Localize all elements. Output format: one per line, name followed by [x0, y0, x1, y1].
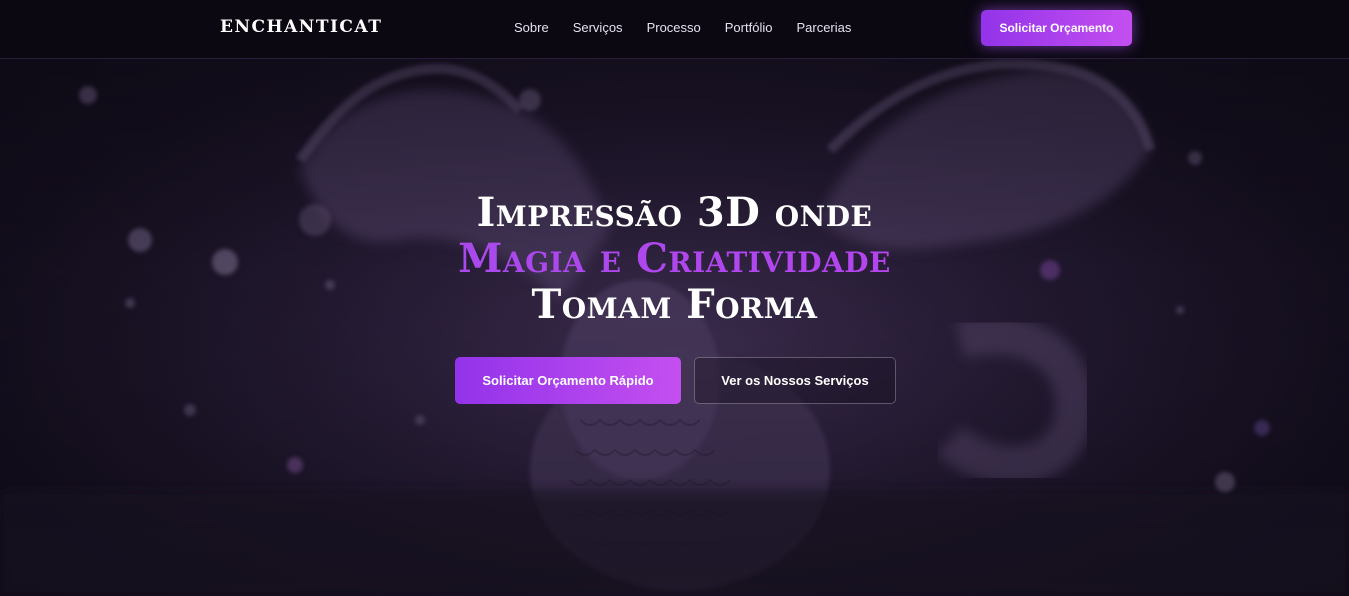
request-quote-button[interactable]: Solicitar Orçamento — [981, 10, 1132, 46]
nav-link-servicos[interactable]: Serviços — [573, 20, 623, 35]
hero-headline: Impressão 3D onde Magia e Criatividade T… — [0, 190, 1349, 328]
nav-link-parcerias[interactable]: Parcerias — [796, 20, 851, 35]
brand-logo[interactable]: ENCHANTICAT — [220, 17, 382, 37]
headline-line-1: Impressão 3D onde — [476, 189, 873, 236]
quick-quote-button[interactable]: Solicitar Orçamento Rápido — [455, 357, 681, 404]
navbar: ENCHANTICAT Sobre Serviços Processo Port… — [0, 0, 1349, 59]
view-services-button[interactable]: Ver os Nossos Serviços — [694, 357, 896, 404]
headline-line-3: Tomam Forma — [531, 281, 818, 328]
headline-line-2-accent: Magia e Criatividade — [0, 236, 1349, 282]
nav-link-sobre[interactable]: Sobre — [514, 20, 549, 35]
nav-links: Sobre Serviços Processo Portfólio Parcer… — [514, 20, 851, 35]
nav-link-processo[interactable]: Processo — [647, 20, 701, 35]
nav-link-portfolio[interactable]: Portfólio — [725, 20, 773, 35]
